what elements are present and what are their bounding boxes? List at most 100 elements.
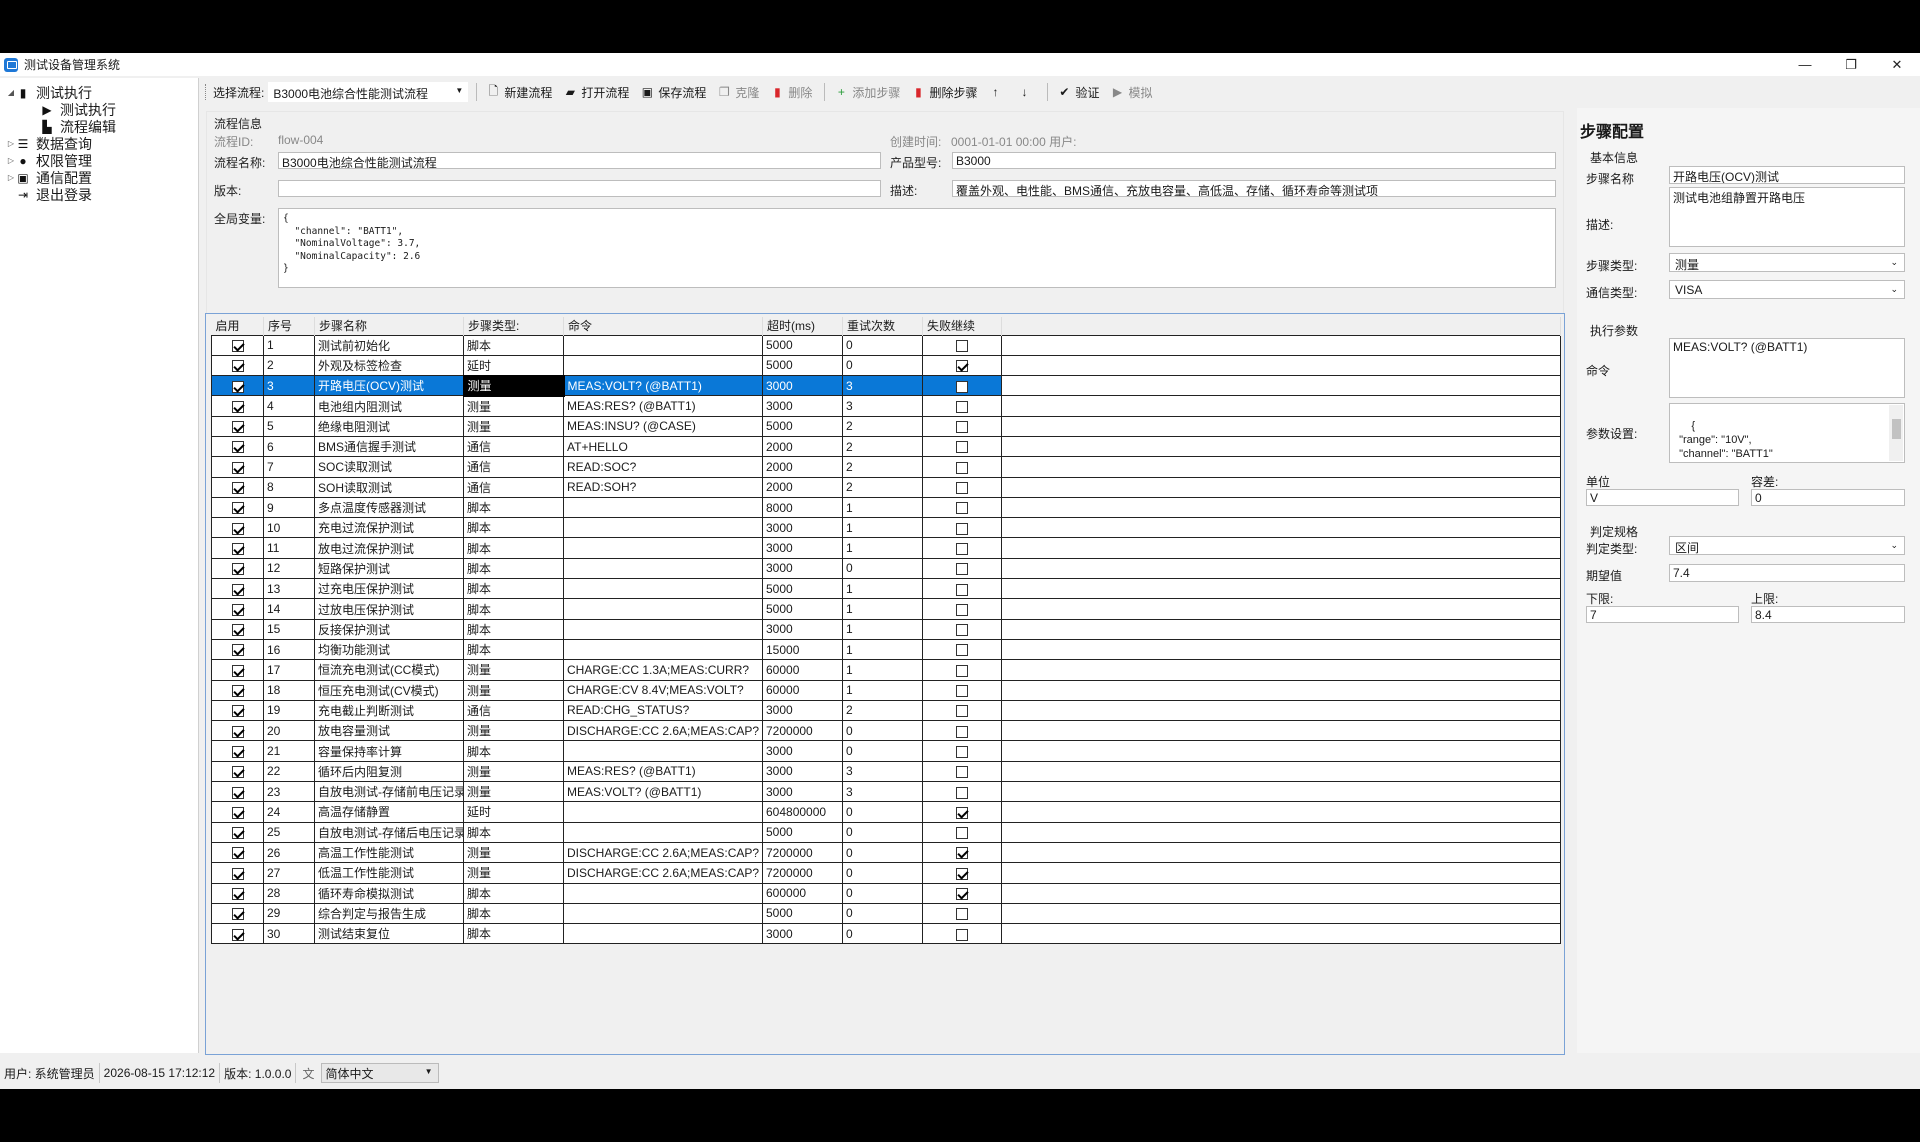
cell-timeout[interactable]: 604800000 [762,801,843,823]
cell-timeout[interactable]: 5000 [762,821,843,843]
cell-step-name[interactable]: 恒压充电测试(CV模式) [314,679,464,701]
cell-command[interactable] [563,517,763,539]
cell-retry[interactable]: 0 [842,841,923,864]
cell-command[interactable]: DISCHARGE:CC 2.6A;MEAS:CAP? [563,720,763,742]
cell-retry[interactable]: 2 [842,435,923,458]
cell-retry[interactable]: 1 [842,598,923,620]
expected-input[interactable]: 7.4 [1669,564,1905,582]
cell-step-type[interactable]: 测量 [462,374,565,397]
cell-index[interactable]: 1 [263,334,315,356]
continue-on-fail-cell[interactable] [922,415,1002,437]
cell-index[interactable]: 2 [263,354,315,377]
continue-on-fail-cell[interactable] [922,720,1002,742]
cell-retry[interactable]: 1 [842,659,923,681]
delete-step-button[interactable]: ▮ 删除步骤 [912,84,977,101]
cell-index[interactable]: 23 [263,781,315,803]
cell-retry[interactable]: 0 [842,354,923,377]
continue-on-fail-cell[interactable] [922,781,1002,803]
col-header-command[interactable]: 命令 [563,317,763,335]
command-input[interactable]: MEAS:VOLT? (@BATT1) [1669,338,1905,398]
cell-index[interactable]: 28 [263,882,315,904]
table-row[interactable]: 29 综合判定与报告生成 脚本 5000 0 [211,902,1561,925]
enabled-cell[interactable] [211,435,264,458]
cell-command[interactable]: READ:CHG_STATUS? [563,699,763,722]
tree-item-flow-edit[interactable]: ▙ 流程编辑 [0,118,198,135]
continue-on-fail-cell[interactable] [922,375,1002,397]
enabled-cell[interactable] [211,659,264,681]
enabled-cell[interactable] [211,801,264,823]
enabled-checkbox[interactable] [231,583,244,596]
cell-retry[interactable]: 0 [842,720,923,742]
table-row[interactable]: 30 测试结束复位 脚本 3000 0 [211,923,1561,945]
enabled-cell[interactable] [211,334,264,356]
continue-on-fail-checkbox[interactable] [956,380,968,393]
tree-item-test-exec[interactable]: ◢ ▮ 测试执行 [0,84,198,101]
cell-retry[interactable]: 0 [842,334,923,356]
table-row[interactable]: 13 过充电压保护测试 脚本 5000 1 [211,578,1561,600]
table-row[interactable]: 8 SOH读取测试 通信 READ:SOH? 2000 2 [211,476,1561,498]
continue-on-fail-checkbox[interactable] [956,421,968,434]
enabled-cell[interactable] [211,679,264,701]
enabled-checkbox[interactable] [231,847,244,860]
cell-command[interactable] [563,354,763,377]
enabled-cell[interactable] [211,760,264,783]
cell-command[interactable] [563,557,763,580]
cell-step-type[interactable]: 测量 [463,841,564,864]
cell-index[interactable]: 11 [263,537,315,559]
cell-timeout[interactable]: 5000 [762,354,843,377]
cell-step-type[interactable]: 脚本 [463,517,564,539]
description-input[interactable]: 覆盖外观、电性能、BMS通信、充放电容量、高低温、存储、循环寿命等测试项 [952,180,1556,197]
cell-step-name[interactable]: 容量保持率计算 [314,740,464,762]
cell-step-type[interactable]: 测量 [463,781,564,803]
unit-input[interactable]: V [1586,489,1739,506]
enabled-cell[interactable] [211,841,264,864]
col-header-type[interactable]: 步骤类型: [463,317,564,335]
enabled-cell[interactable] [211,415,264,437]
enabled-checkbox[interactable] [231,705,244,718]
continue-on-fail-cell[interactable] [922,598,1002,620]
enabled-checkbox[interactable] [231,339,244,352]
enabled-checkbox[interactable] [231,887,244,900]
cell-step-name[interactable]: 恒流充电测试(CC模式) [314,659,464,681]
enabled-checkbox[interactable] [231,745,244,758]
cell-retry[interactable]: 3 [842,760,923,783]
continue-on-fail-cell[interactable] [922,801,1002,823]
enabled-cell[interactable] [211,699,264,722]
enabled-cell[interactable] [211,354,264,377]
cell-step-name[interactable]: 测试前初始化 [314,334,464,356]
enabled-checkbox[interactable] [231,482,244,495]
comm-type-select[interactable]: VISA ⌄ [1669,280,1905,299]
cell-index[interactable]: 30 [263,923,315,945]
cell-timeout[interactable]: 2000 [762,476,843,498]
params-scrollbar[interactable] [1889,405,1903,461]
version-input[interactable] [278,180,881,197]
cell-timeout[interactable]: 8000 [762,496,843,519]
continue-on-fail-checkbox[interactable] [956,806,968,819]
continue-on-fail-checkbox[interactable] [956,745,968,758]
cell-retry[interactable]: 0 [842,557,923,580]
table-row[interactable]: 20 放电容量测试 测量 DISCHARGE:CC 2.6A;MEAS:CAP? 720… [211,720,1561,742]
continue-on-fail-checkbox[interactable] [956,705,968,718]
cell-step-name[interactable]: 自放电测试-存储后电压记录 [314,821,464,843]
clone-button[interactable]: ❐ 克隆 [718,84,759,101]
cell-command[interactable] [563,821,763,843]
cell-step-name[interactable]: 充电过流保护测试 [314,517,464,539]
cell-step-type[interactable]: 测量 [463,679,564,701]
cell-retry[interactable]: 1 [842,578,923,600]
cell-step-name[interactable]: SOH读取测试 [314,476,464,498]
enabled-checkbox[interactable] [231,502,244,515]
tree-item-data-query[interactable]: ▷ ☰ 数据查询 [0,135,198,152]
continue-on-fail-cell[interactable] [922,496,1002,519]
cell-step-type[interactable]: 通信 [463,456,564,478]
cell-retry[interactable]: 1 [842,496,923,519]
cell-command[interactable]: MEAS:VOLT? (@BATT1) [563,781,763,803]
cell-index[interactable]: 13 [263,578,315,600]
cell-index[interactable]: 21 [263,740,315,762]
move-up-button[interactable]: ↑ [989,85,1006,99]
continue-on-fail-checkbox[interactable] [956,624,968,637]
cell-step-name[interactable]: 低温工作性能测试 [314,862,464,884]
continue-on-fail-checkbox[interactable] [956,908,968,921]
cell-command[interactable]: MEAS:RES? (@BATT1) [563,395,763,417]
enabled-cell[interactable] [211,720,264,742]
cell-timeout[interactable]: 2000 [762,435,843,458]
